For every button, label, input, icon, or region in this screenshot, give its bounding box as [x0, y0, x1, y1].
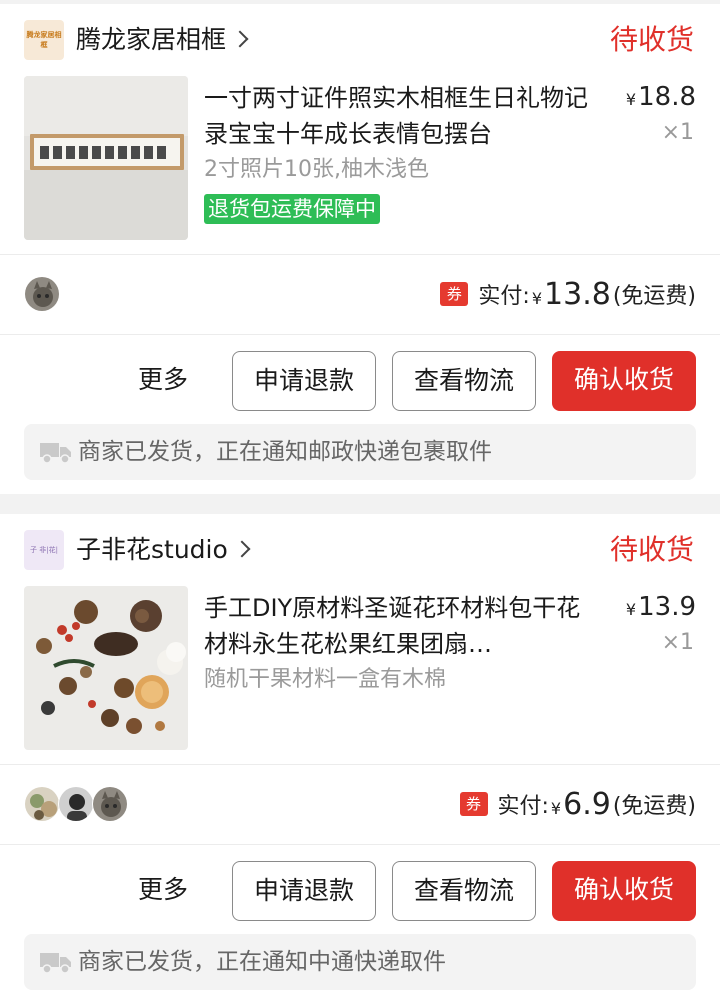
shipping-note: (免运费) — [612, 284, 696, 309]
shop-logo-text: 子 非|花| — [30, 546, 58, 554]
paid-currency: ¥ — [531, 288, 543, 308]
divider — [0, 764, 720, 765]
shipping-note: (免运费) — [612, 794, 696, 819]
person-avatar-image — [59, 787, 93, 821]
divider — [0, 254, 720, 255]
photo-frame-image — [24, 76, 188, 240]
avatar — [92, 786, 128, 822]
avatar — [58, 786, 94, 822]
cat-avatar-image — [25, 277, 59, 311]
divider — [0, 334, 720, 335]
shop-header[interactable]: 子 非|花| 子非花studio 待收货 — [0, 514, 720, 586]
price-value: 13.9 — [638, 592, 696, 622]
order-card: 子 非|花| 子非花studio 待收货 手工DIY原材料圣诞花环材料包干花材料… — [0, 514, 720, 990]
flowers-avatar-image — [25, 787, 59, 821]
chevron-right-icon — [233, 540, 251, 558]
logistics-notice[interactable]: 商家已发货，正在通知中通快递取件 — [24, 934, 696, 990]
order-status: 待收货 — [609, 533, 694, 566]
truck-icon — [40, 443, 71, 464]
chevron-right-icon — [231, 30, 249, 48]
paid-amount: ¥13.8 — [532, 277, 611, 312]
avatar — [24, 786, 60, 822]
paid-currency: ¥ — [550, 798, 562, 818]
order-status: 待收货 — [609, 23, 694, 56]
notice-text: 商家已发货，正在通知邮政快递包裹取件 — [78, 439, 492, 465]
shop-logo-text: 腾龙家居相框 — [26, 31, 62, 49]
more-button[interactable]: 更多 — [118, 861, 208, 921]
request-refund-button[interactable]: 申请退款 — [232, 861, 376, 921]
paid-summary: 券 实付: ¥6.9 (免运费) — [459, 784, 696, 824]
cat-avatar-image — [93, 787, 127, 821]
truck-icon — [40, 953, 71, 974]
price-value: 18.8 — [638, 82, 696, 112]
confirm-receipt-button[interactable]: 确认收货 — [552, 351, 696, 411]
product-title[interactable]: 一寸两寸证件照实木相框生日礼物记录宝宝十年成长表情包摆台 — [204, 80, 604, 152]
product-thumbnail[interactable] — [24, 76, 188, 240]
product-quantity: ×1 — [661, 120, 694, 145]
divider — [0, 844, 720, 845]
dried-flowers-image — [24, 586, 188, 750]
request-refund-button[interactable]: 申请退款 — [232, 351, 376, 411]
paid-value: 13.8 — [544, 276, 611, 312]
coupon-icon: 券 — [440, 282, 469, 306]
shop-name[interactable]: 腾龙家居相框 — [76, 22, 249, 58]
shop-name-text: 腾龙家居相框 — [76, 25, 227, 54]
paid-amount: ¥6.9 — [551, 787, 611, 822]
product-title[interactable]: 手工DIY原材料圣诞花环材料包干花材料永生花松果红果团扇… — [204, 590, 604, 662]
shop-name-text: 子非花studio — [76, 535, 228, 564]
paid-label: 实付: — [497, 794, 549, 819]
shop-logo[interactable]: 子 非|花| — [24, 530, 64, 570]
product-price: ¥13.9 — [626, 590, 696, 627]
paid-value: 6.9 — [563, 786, 611, 822]
coupon-icon: 券 — [459, 792, 488, 816]
guarantee-badge: 退货包运费保障中 — [204, 194, 380, 224]
more-button[interactable]: 更多 — [118, 351, 208, 411]
confirm-receipt-button[interactable]: 确认收货 — [552, 861, 696, 921]
shop-logo[interactable]: 腾龙家居相框 — [24, 20, 64, 60]
notice-text: 商家已发货，正在通知中通快递取件 — [78, 949, 446, 975]
product-quantity: ×1 — [661, 630, 694, 655]
paid-label: 实付: — [478, 284, 530, 309]
logistics-notice[interactable]: 商家已发货，正在通知邮政快递包裹取件 — [24, 424, 696, 480]
order-card: 腾龙家居相框 腾龙家居相框 待收货 一寸两寸证件照实木相框生日礼物记录宝宝十年成… — [0, 4, 720, 494]
product-sku: 2寸照片10张,柚木浅色 — [204, 157, 429, 182]
shop-header[interactable]: 腾龙家居相框 腾龙家居相框 待收货 — [0, 4, 720, 76]
product-sku: 随机干果材料一盒有木棉 — [204, 667, 447, 692]
view-logistics-button[interactable]: 查看物流 — [392, 861, 536, 921]
price-currency: ¥ — [625, 600, 637, 619]
product-thumbnail[interactable] — [24, 586, 188, 750]
paid-summary: 券 实付: ¥13.8 (免运费) — [440, 274, 696, 314]
price-currency: ¥ — [625, 90, 637, 109]
avatar — [24, 276, 60, 312]
shop-name[interactable]: 子非花studio — [76, 532, 251, 568]
product-price: ¥18.8 — [626, 80, 696, 117]
view-logistics-button[interactable]: 查看物流 — [392, 351, 536, 411]
